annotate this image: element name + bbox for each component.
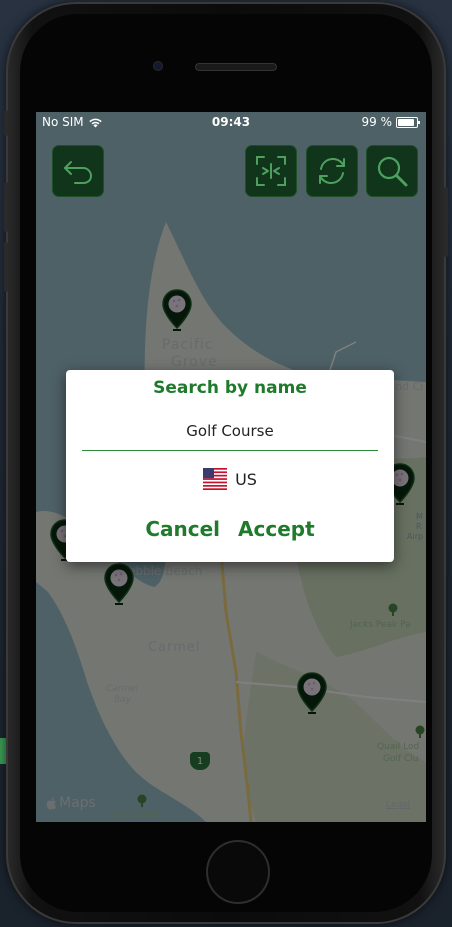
battery-percent: 99 % [361,115,393,129]
mute-switch [4,110,8,136]
search-icon [377,156,408,187]
refresh-icon [319,157,345,185]
undo-arrow-icon [64,161,93,184]
search-button[interactable] [366,145,418,197]
country-code: US [235,469,257,489]
fit-bounds-icon [256,156,286,186]
front-camera [154,62,162,70]
dialog-title: Search by name [153,378,307,398]
earpiece-speaker [196,64,276,70]
status-bar: No SIM 09:43 99 % [36,112,426,134]
volume-up-button [4,182,8,232]
battery-icon [396,116,420,128]
us-flag-icon [203,468,228,490]
cancel-button[interactable]: Cancel [145,517,220,541]
app-screen: Pacific Grove ebble Beach Carmel Carmel … [36,112,426,822]
back-button[interactable] [52,145,104,197]
home-button[interactable] [206,840,270,904]
accept-button[interactable]: Accept [238,517,315,541]
power-button [444,187,448,257]
refresh-button[interactable] [306,145,358,197]
country-selector[interactable]: US [66,468,394,490]
search-name-input[interactable] [82,412,378,451]
volume-down-button [4,242,8,292]
search-by-name-dialog: Search by name US Cancel Accept [66,370,394,562]
fit-bounds-button[interactable] [245,145,297,197]
